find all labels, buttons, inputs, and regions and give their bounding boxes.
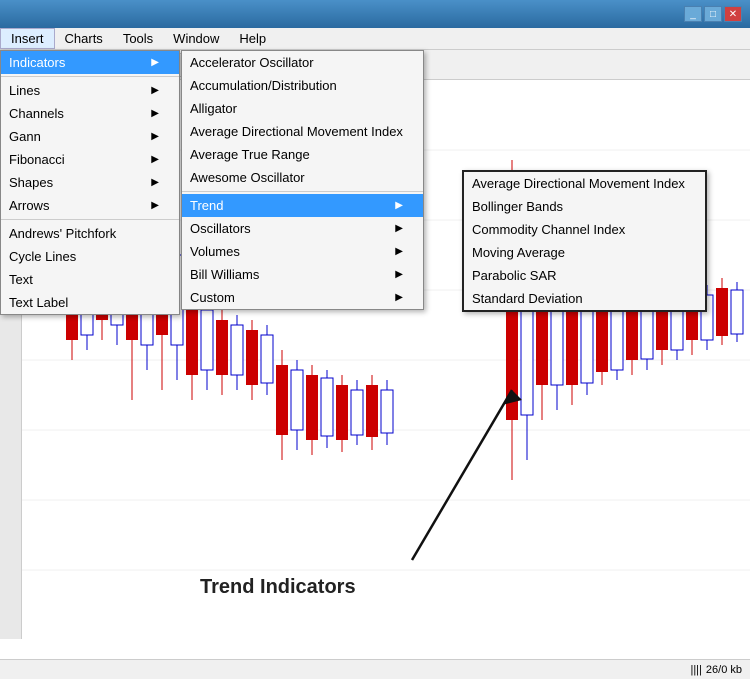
menu-item-charts[interactable]: Charts (55, 28, 113, 49)
lines-arrow-icon: ▶ (151, 85, 159, 96)
channels-arrow-icon: ▶ (151, 108, 159, 119)
menu-option-custom[interactable]: Custom ▶ (182, 286, 423, 309)
indicators-submenu: Accelerator Oscillator Accumulation/Dist… (181, 50, 424, 310)
menu-option-gann-label: Gann (9, 129, 41, 144)
window-controls: _ □ ✕ (684, 6, 742, 22)
maximize-button[interactable]: □ (704, 6, 722, 22)
menu-item-help[interactable]: Help (229, 28, 276, 49)
trend-arrow-icon: ▶ (395, 200, 403, 211)
menu-option-accumulation[interactable]: Accumulation/Distribution (182, 74, 423, 97)
billwilliams-arrow-icon: ▶ (395, 269, 403, 280)
menu-option-alligator[interactable]: Alligator (182, 97, 423, 120)
menu-option-arrows-label: Arrows (9, 198, 49, 213)
atr-label: Average True Range (190, 147, 310, 162)
menu-option-billwilliams[interactable]: Bill Williams ▶ (182, 263, 423, 286)
menu-option-shapes-label: Shapes (9, 175, 53, 190)
menu-option-volumes[interactable]: Volumes ▶ (182, 240, 423, 263)
trend-option-stddev[interactable]: Standard Deviation (464, 287, 705, 310)
fibonacci-arrow-icon: ▶ (151, 154, 159, 165)
menu-item-insert[interactable]: Insert (0, 28, 55, 49)
accelerator-label: Accelerator Oscillator (190, 55, 314, 70)
title-bar: _ □ ✕ (0, 0, 750, 28)
menu-option-admi[interactable]: Average Directional Movement Index (182, 120, 423, 143)
custom-label: Custom (190, 290, 235, 305)
oscillators-label: Oscillators (190, 221, 251, 236)
arrows-arrow-icon: ▶ (151, 200, 159, 211)
trend-option-ma[interactable]: Moving Average (464, 241, 705, 264)
status-icon: |||| (690, 664, 701, 676)
menu-option-trend[interactable]: Trend ▶ (182, 194, 423, 217)
menu-option-lines[interactable]: Lines ▶ (1, 79, 179, 102)
trend-admi-label: Average Directional Movement Index (472, 176, 685, 191)
alligator-label: Alligator (190, 101, 237, 116)
menu-option-gann[interactable]: Gann ▶ (1, 125, 179, 148)
menu-option-fibonacci[interactable]: Fibonacci ▶ (1, 148, 179, 171)
trend-submenu: Average Directional Movement Index Bolli… (462, 170, 707, 312)
status-bar: |||| 26/0 kb (0, 659, 750, 679)
menu-option-text[interactable]: Text (1, 268, 179, 291)
trend-cci-label: Commodity Channel Index (472, 222, 625, 237)
indicators-arrow-icon: ▶ (151, 57, 159, 68)
menu-option-cycle-label: Cycle Lines (9, 249, 76, 264)
menu-option-text-label: Text (9, 272, 33, 287)
trend-psar-label: Parabolic SAR (472, 268, 557, 283)
menu-option-awesome[interactable]: Awesome Oscillator (182, 166, 423, 189)
shapes-arrow-icon: ▶ (151, 177, 159, 188)
volumes-label: Volumes (190, 244, 240, 259)
menu-option-accelerator[interactable]: Accelerator Oscillator (182, 51, 423, 74)
close-button[interactable]: ✕ (724, 6, 742, 22)
menu-option-oscillators[interactable]: Oscillators ▶ (182, 217, 423, 240)
trend-stddev-label: Standard Deviation (472, 291, 583, 306)
trend-label: Trend (190, 198, 223, 213)
awesome-label: Awesome Oscillator (190, 170, 305, 185)
menu-bar: Insert Charts Tools Window Help (0, 28, 750, 50)
trend-option-bollinger[interactable]: Bollinger Bands (464, 195, 705, 218)
menu-option-arrows[interactable]: Arrows ▶ (1, 194, 179, 217)
volumes-arrow-icon: ▶ (395, 246, 403, 257)
menu-option-textlabel[interactable]: Text Label (1, 291, 179, 314)
trend-bollinger-label: Bollinger Bands (472, 199, 563, 214)
menu-option-cycle[interactable]: Cycle Lines (1, 245, 179, 268)
admi-label: Average Directional Movement Index (190, 124, 403, 139)
trend-option-cci[interactable]: Commodity Channel Index (464, 218, 705, 241)
trend-option-psar[interactable]: Parabolic SAR (464, 264, 705, 287)
trend-ma-label: Moving Average (472, 245, 565, 260)
status-info: 26/0 kb (706, 664, 742, 676)
indicators-sep-1 (182, 191, 423, 192)
menu-option-channels-label: Channels (9, 106, 64, 121)
menu-option-shapes[interactable]: Shapes ▶ (1, 171, 179, 194)
custom-arrow-icon: ▶ (395, 292, 403, 303)
menu-item-tools[interactable]: Tools (113, 28, 163, 49)
menu-sep-2 (1, 219, 179, 220)
menu-option-indicators[interactable]: Indicators ▶ (1, 51, 179, 74)
menu-option-channels[interactable]: Channels ▶ (1, 102, 179, 125)
menu-sep-1 (1, 76, 179, 77)
billwilliams-label: Bill Williams (190, 267, 259, 282)
gann-arrow-icon: ▶ (151, 131, 159, 142)
trend-option-admi[interactable]: Average Directional Movement Index (464, 172, 705, 195)
oscillators-arrow-icon: ▶ (395, 223, 403, 234)
menu-option-indicators-label: Indicators (9, 55, 65, 70)
menu-option-textlabel-label: Text Label (9, 295, 68, 310)
menu-option-fibonacci-label: Fibonacci (9, 152, 65, 167)
menu-option-lines-label: Lines (9, 83, 40, 98)
accumulation-label: Accumulation/Distribution (190, 78, 337, 93)
minimize-button[interactable]: _ (684, 6, 702, 22)
menu-option-atr[interactable]: Average True Range (182, 143, 423, 166)
menu-option-andrews-label: Andrews' Pitchfork (9, 226, 116, 241)
menu-option-andrews[interactable]: Andrews' Pitchfork (1, 222, 179, 245)
menu-item-window[interactable]: Window (163, 28, 229, 49)
insert-menu: Indicators ▶ Lines ▶ Channels ▶ Gann ▶ F… (0, 50, 180, 315)
